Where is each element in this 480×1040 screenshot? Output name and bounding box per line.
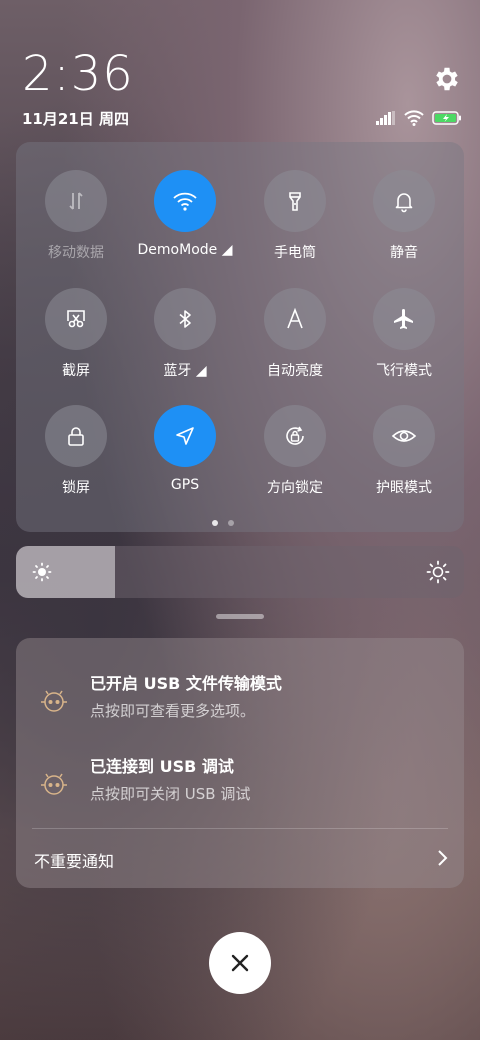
divider xyxy=(32,828,448,829)
notification-subtitle: 点按即可查看更多选项。 xyxy=(90,702,256,720)
tile-airplane-button[interactable] xyxy=(373,288,435,350)
clock-time: 2:36 xyxy=(22,46,134,102)
tile-auto-brightness-button[interactable] xyxy=(264,288,326,350)
tile-rotation-lock-button[interactable] xyxy=(264,405,326,467)
page-dot xyxy=(228,520,234,526)
status-icons xyxy=(376,108,462,128)
wifi-icon xyxy=(173,192,197,211)
eye-icon xyxy=(391,430,417,442)
rotation-lock-icon xyxy=(286,426,304,445)
tile-bluetooth-button[interactable] xyxy=(154,288,216,350)
chevron-right-icon xyxy=(438,850,448,866)
signal-icon xyxy=(376,111,395,125)
tile-eye-care-button[interactable] xyxy=(373,405,435,467)
brightness-low-icon xyxy=(32,562,52,582)
notification-panel: 已开启 USB 文件传输模式 点按即可查看更多选项。 已连接到 USB 调试 点… xyxy=(16,638,464,888)
tile-screenshot[interactable]: 截屏 xyxy=(21,288,131,380)
tile-gps-button[interactable] xyxy=(154,405,216,467)
tile-label: 蓝牙 ◢ xyxy=(163,363,207,379)
flashlight-icon xyxy=(289,192,301,211)
battery-charging-icon xyxy=(432,111,461,125)
tile-eye-care[interactable]: 护眼模式 xyxy=(349,405,459,497)
brightness-high-icon xyxy=(426,560,450,584)
page-dot-active xyxy=(212,520,218,526)
tile-flashlight[interactable]: 手电筒 xyxy=(240,170,350,262)
bell-icon xyxy=(395,193,413,213)
location-icon xyxy=(176,427,194,445)
tile-wifi[interactable]: DemoMode ◢ xyxy=(130,170,240,258)
tile-label: 自动亮度 xyxy=(267,363,323,379)
android-debug-icon xyxy=(41,690,67,712)
airplane-icon xyxy=(394,309,413,329)
unimportant-notifications-label: 不重要通知 xyxy=(34,852,115,871)
notification-title: 已连接到 USB 调试 xyxy=(90,757,234,776)
tile-label: 静音 xyxy=(390,245,418,261)
tile-rotation-lock[interactable]: 方向锁定 xyxy=(240,405,350,497)
tile-label: 移动数据 xyxy=(48,245,104,261)
tile-label: 截屏 xyxy=(62,363,90,379)
tile-screenshot-button[interactable] xyxy=(45,288,107,350)
tile-bluetooth[interactable]: 蓝牙 ◢ xyxy=(130,288,240,380)
tile-label: 飞行模式 xyxy=(376,363,432,379)
auto-brightness-icon xyxy=(287,307,303,329)
gear-icon[interactable] xyxy=(432,64,462,94)
close-button[interactable] xyxy=(209,932,271,994)
tile-mobile-data-button[interactable] xyxy=(45,170,107,232)
bluetooth-icon xyxy=(179,310,191,328)
mobile-data-icon xyxy=(69,192,83,210)
tile-label: 锁屏 xyxy=(62,480,90,496)
lock-icon xyxy=(68,427,84,446)
tile-auto-brightness[interactable]: 自动亮度 xyxy=(240,288,350,380)
tile-flashlight-button[interactable] xyxy=(264,170,326,232)
tile-wifi-button[interactable] xyxy=(154,170,216,232)
tile-label: GPS xyxy=(170,477,200,493)
tile-label: 方向锁定 xyxy=(267,480,323,496)
notification-title: 已开启 USB 文件传输模式 xyxy=(90,674,282,693)
tile-mobile-data[interactable]: 移动数据 xyxy=(21,170,131,262)
screenshot-icon xyxy=(67,310,85,328)
notification-subtitle: 点按即可关闭 USB 调试 xyxy=(90,785,251,803)
drag-handle[interactable] xyxy=(216,614,264,619)
tile-silent-button[interactable] xyxy=(373,170,435,232)
quick-settings-panel: 移动数据 DemoMode ◢ 手电筒 静音 截屏 蓝牙 ◢ 自动亮度 飞行模式… xyxy=(16,142,464,532)
notification-usb-transfer[interactable]: 已开启 USB 文件传输模式 点按即可查看更多选项。 xyxy=(16,664,464,734)
tile-label: 护眼模式 xyxy=(376,480,432,496)
wifi-icon xyxy=(404,110,424,126)
tile-label: DemoMode ◢ xyxy=(137,242,233,258)
tile-label: 手电筒 xyxy=(274,245,316,261)
date-label: 11月21日 周四 xyxy=(22,110,129,128)
unimportant-notifications-row[interactable]: 不重要通知 xyxy=(16,834,464,884)
tile-lock-screen[interactable]: 锁屏 xyxy=(21,405,131,497)
tile-gps[interactable]: GPS xyxy=(130,405,240,493)
notification-usb-debug[interactable]: 已连接到 USB 调试 点按即可关闭 USB 调试 xyxy=(16,747,464,817)
tile-silent[interactable]: 静音 xyxy=(349,170,459,262)
tile-airplane[interactable]: 飞行模式 xyxy=(349,288,459,380)
page-indicator xyxy=(212,520,234,526)
brightness-slider[interactable] xyxy=(16,546,464,598)
close-icon xyxy=(231,954,249,972)
tile-lock-screen-button[interactable] xyxy=(45,405,107,467)
android-debug-icon xyxy=(41,773,67,795)
